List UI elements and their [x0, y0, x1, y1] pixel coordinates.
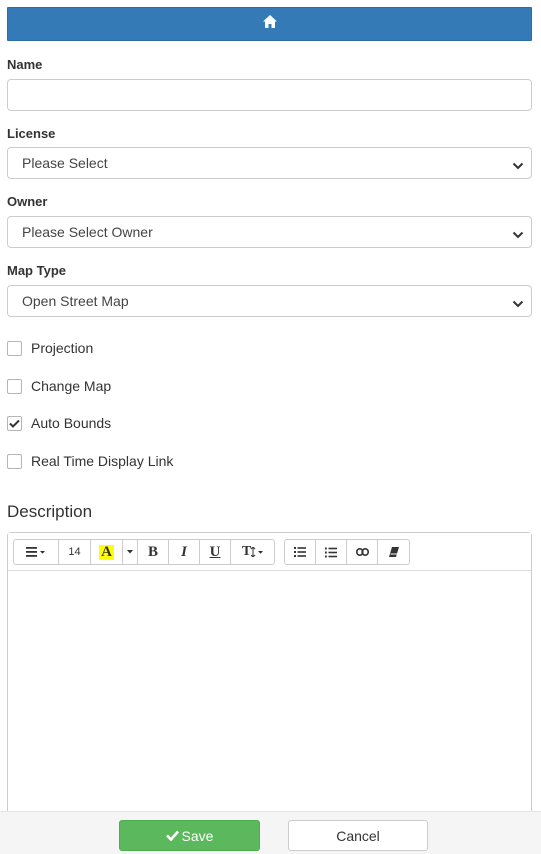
change-map-checkbox-row[interactable]: Change Map: [7, 378, 111, 394]
checkmark-icon: [165, 830, 179, 841]
projection-checkbox-row[interactable]: Projection: [7, 340, 93, 356]
editor-toolbar: 14 A B I U T: [8, 533, 531, 571]
projection-label: Projection: [31, 340, 94, 356]
chevron-down-icon: [512, 227, 524, 243]
auto-bounds-checkbox-row[interactable]: Auto Bounds: [7, 415, 111, 431]
bullet-list-icon: [294, 547, 306, 557]
font-size-button[interactable]: 14: [59, 540, 91, 564]
numbered-list-icon: [325, 547, 337, 557]
ordered-list-button[interactable]: [316, 540, 347, 564]
license-selected-value: Please Select: [22, 155, 108, 171]
highlight-dropdown-button[interactable]: [123, 540, 138, 564]
italic-glyph: I: [181, 543, 187, 560]
underline-button[interactable]: U: [200, 540, 231, 564]
auto-bounds-label: Auto Bounds: [31, 415, 112, 431]
font-size-value: 14: [68, 546, 81, 558]
save-button[interactable]: Save: [119, 820, 260, 851]
highlight-glyph: A: [99, 543, 114, 560]
clear-format-button[interactable]: [378, 540, 409, 564]
cancel-button[interactable]: Cancel: [288, 820, 428, 851]
checkmark-icon: [9, 419, 20, 428]
editor-content-area[interactable]: [8, 571, 531, 831]
real-time-display-link-checkbox-row[interactable]: Real Time Display Link: [7, 453, 173, 469]
toolbar-group-insert: [284, 539, 410, 565]
owner-label: Owner: [7, 194, 48, 209]
owner-selected-value: Please Select Owner: [22, 224, 153, 240]
change-map-label: Change Map: [31, 378, 112, 394]
link-button[interactable]: [347, 540, 378, 564]
bold-button[interactable]: B: [138, 540, 169, 564]
chevron-down-icon: [512, 296, 524, 312]
eraser-icon: [388, 547, 399, 557]
toolbar-group-format: 14 A B I U T: [13, 539, 275, 565]
form-footer: Save Cancel: [0, 811, 541, 854]
align-left-icon: [26, 547, 45, 557]
owner-select[interactable]: Please Select Owner: [7, 216, 532, 248]
real-time-display-link-checkbox[interactable]: [7, 453, 22, 469]
map-type-select[interactable]: Open Street Map: [7, 285, 532, 317]
text-size-arrows-icon: [251, 547, 264, 557]
align-dropdown-button[interactable]: [14, 540, 59, 564]
map-type-label: Map Type: [7, 263, 66, 278]
home-icon[interactable]: [262, 15, 277, 33]
text-size-dropdown-button[interactable]: T: [231, 540, 274, 564]
link-icon: [355, 548, 369, 556]
caret-down-icon: [127, 550, 133, 554]
license-label: License: [7, 126, 56, 141]
projection-checkbox[interactable]: [7, 340, 22, 356]
change-map-checkbox[interactable]: [7, 378, 22, 394]
highlight-color-button[interactable]: A: [91, 540, 123, 564]
chevron-down-icon: [512, 158, 524, 174]
home-bar[interactable]: [7, 7, 532, 41]
cancel-label: Cancel: [336, 827, 380, 844]
description-editor[interactable]: 14 A B I U T: [7, 532, 532, 832]
description-title: Description: [7, 502, 93, 521]
map-type-selected-value: Open Street Map: [22, 293, 129, 309]
real-time-display-link-label: Real Time Display Link: [31, 453, 174, 469]
bold-glyph: B: [147, 543, 158, 560]
text-size-glyph: T: [241, 544, 252, 559]
auto-bounds-checkbox[interactable]: [7, 415, 22, 431]
unordered-list-button[interactable]: [285, 540, 316, 564]
name-label: Name: [7, 57, 43, 72]
license-select[interactable]: Please Select: [7, 147, 532, 179]
underline-glyph: U: [209, 543, 221, 560]
save-label: Save: [181, 827, 214, 844]
name-input[interactable]: [7, 79, 532, 111]
italic-button[interactable]: I: [169, 540, 200, 564]
